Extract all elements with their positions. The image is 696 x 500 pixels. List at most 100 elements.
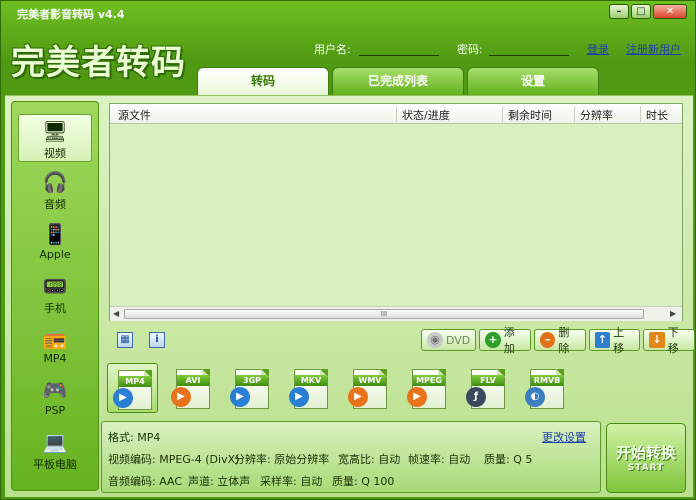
- main-tabs: 转码 已完成列表 设置: [197, 67, 599, 95]
- mobile-phone-icon: 📟: [42, 274, 68, 298]
- device-sidebar: 🖥 视频 🎧 音频 📱 Apple 📟 手机 📻 MP4 🎮 PSP 💻 平板电…: [11, 101, 99, 491]
- dvd-button[interactable]: ◉ DVD: [421, 329, 477, 351]
- sidebar-item-mp4[interactable]: 📻 MP4: [18, 322, 92, 370]
- app-logo: 完美者转码: [11, 43, 186, 83]
- format-label: RMVB: [531, 375, 563, 386]
- format-label: MP4: [119, 376, 151, 387]
- add-folder-icon[interactable]: ▦: [117, 332, 133, 348]
- username-input[interactable]: [359, 55, 439, 56]
- dvd-button-label: DVD: [446, 333, 471, 347]
- column-remaining-time[interactable]: 剩余时间: [508, 107, 552, 123]
- title-bar: 完美者影音转码 v4.4 – □ ✕: [1, 1, 695, 25]
- sidebar-item-audio[interactable]: 🎧 音频: [18, 166, 92, 214]
- sidebar-item-label: PSP: [44, 404, 66, 417]
- window-title: 完美者影音转码 v4.4: [17, 8, 125, 21]
- play-badge-icon: ▶: [289, 387, 309, 407]
- column-divider[interactable]: [574, 106, 575, 122]
- video-aspect: 宽高比: 自动: [338, 453, 401, 466]
- info-icon[interactable]: i: [149, 332, 165, 348]
- horizontal-scrollbar[interactable]: ◀ III ▶: [110, 306, 682, 321]
- arrow-down-icon: ↓: [649, 332, 665, 348]
- sidebar-item-mobile[interactable]: 📟 手机: [18, 270, 92, 318]
- column-duration[interactable]: 时长: [646, 107, 668, 123]
- format-label: 3GP: [236, 375, 268, 386]
- move-up-button[interactable]: ↑ 上移: [588, 326, 641, 355]
- format-label: 格式: MP4: [108, 431, 161, 444]
- password-label: 密码:: [457, 43, 483, 56]
- sidebar-item-video[interactable]: 🖥 视频: [18, 114, 92, 162]
- scroll-left-icon[interactable]: ◀: [113, 309, 119, 318]
- format-label: AVI: [177, 375, 209, 386]
- mp4-player-icon: 📻: [42, 326, 68, 350]
- sidebar-item-psp[interactable]: 🎮 PSP: [18, 374, 92, 422]
- play-badge-icon: ƒ: [466, 387, 486, 407]
- play-badge-icon: ▶: [348, 387, 368, 407]
- table-header: 源文件 状态/进度 剩余时间 分辨率 时长: [110, 104, 682, 124]
- list-tools: ▦ i: [117, 332, 165, 348]
- start-button-sublabel: START: [627, 463, 665, 473]
- monitor-icon: 🖥: [42, 119, 68, 143]
- scroll-thumb[interactable]: III: [124, 309, 644, 319]
- list-actions: ◉ DVD + 添加 – 删除 ↑ 上移 ↓ 下移: [421, 326, 695, 355]
- plus-icon: +: [485, 332, 501, 348]
- start-convert-button[interactable]: 开始转换 START: [606, 423, 686, 493]
- register-link[interactable]: 注册新用户: [626, 41, 681, 57]
- minimize-button[interactable]: –: [609, 4, 629, 19]
- column-divider[interactable]: [502, 106, 503, 122]
- column-divider[interactable]: [396, 106, 397, 122]
- column-divider[interactable]: [640, 106, 641, 122]
- sidebar-item-label: MP4: [43, 352, 67, 365]
- move-down-button[interactable]: ↓ 下移: [643, 326, 695, 355]
- play-badge-icon: ▶: [407, 387, 427, 407]
- audio-channel: 声道: 立体声: [188, 475, 251, 488]
- headphones-icon: 🎧: [42, 170, 68, 194]
- play-badge-icon: ▶: [171, 387, 191, 407]
- file-list-table[interactable]: 源文件 状态/进度 剩余时间 分辨率 时长 ◀ III ▶: [109, 103, 683, 321]
- add-button-label: 添加: [503, 326, 515, 355]
- delete-button[interactable]: – 删除: [533, 326, 586, 355]
- restore-button[interactable]: □: [631, 4, 651, 19]
- start-button-label: 开始转换: [615, 444, 676, 462]
- format-mp4-button[interactable]: MP4 ▶: [107, 363, 158, 413]
- tab-convert[interactable]: 转码: [197, 67, 329, 95]
- delete-button-label: 删除: [558, 326, 570, 355]
- format-avi-button[interactable]: AVI ▶: [166, 363, 217, 413]
- add-button[interactable]: + 添加: [479, 326, 531, 355]
- arrow-up-icon: ↑: [594, 332, 611, 348]
- format-wmv-button[interactable]: WMV ▶: [343, 363, 394, 413]
- audio-codec: 音频编码: AAC: [108, 475, 183, 488]
- move-down-button-label: 下移: [667, 326, 679, 355]
- format-flv-button[interactable]: FLV ƒ: [461, 363, 512, 413]
- sidebar-item-label: 视频: [44, 147, 66, 160]
- app-window: 完美者影音转码 v4.4 – □ ✕ 完美者转码 用户名: 密码: 登录 注册新…: [0, 0, 696, 500]
- change-settings-link[interactable]: 更改设置: [542, 429, 586, 445]
- column-status-progress[interactable]: 状态/进度: [402, 107, 450, 123]
- play-badge-icon: ▶: [113, 388, 133, 408]
- video-resolution: 分辨率: 原始分辨率: [234, 453, 330, 466]
- format-rmvb-button[interactable]: RMVB ◐: [520, 363, 571, 413]
- output-format-list: MP4 ▶ AVI ▶ 3GP ▶ MKV ▶ WMV ▶ MPEG ▶ FLV ƒ RMVB ◐: [107, 363, 571, 413]
- format-label: WMV: [354, 375, 386, 386]
- format-mpeg-button[interactable]: MPEG ▶: [402, 363, 453, 413]
- format-info-panel: 格式: MP4 更改设置 视频编码: MPEG-4 (DivX) 分辨率: 原始…: [101, 421, 601, 493]
- tablet-icon: 💻: [42, 430, 68, 454]
- audio-samplerate: 采样率: 自动: [260, 475, 323, 488]
- format-3gp-button[interactable]: 3GP ▶: [225, 363, 276, 413]
- tab-completed-list[interactable]: 已完成列表: [332, 67, 464, 95]
- close-button[interactable]: ✕: [653, 4, 687, 19]
- format-label: FLV: [472, 375, 504, 386]
- column-source-file[interactable]: 源文件: [118, 107, 151, 123]
- sidebar-item-tablet[interactable]: 💻 平板电脑: [18, 426, 92, 474]
- login-link[interactable]: 登录: [587, 41, 609, 57]
- tab-settings[interactable]: 设置: [467, 67, 599, 95]
- sidebar-item-label: 音频: [44, 198, 66, 211]
- column-resolution[interactable]: 分辨率: [580, 107, 613, 123]
- play-badge-icon: ◐: [525, 387, 545, 407]
- password-input[interactable]: [489, 55, 569, 56]
- sidebar-item-apple[interactable]: 📱 Apple: [18, 218, 92, 266]
- sidebar-item-label: Apple: [39, 248, 71, 261]
- format-mkv-button[interactable]: MKV ▶: [284, 363, 335, 413]
- move-up-button-label: 上移: [613, 326, 625, 355]
- window-controls: – □ ✕: [609, 4, 687, 19]
- scroll-right-icon[interactable]: ▶: [670, 309, 676, 318]
